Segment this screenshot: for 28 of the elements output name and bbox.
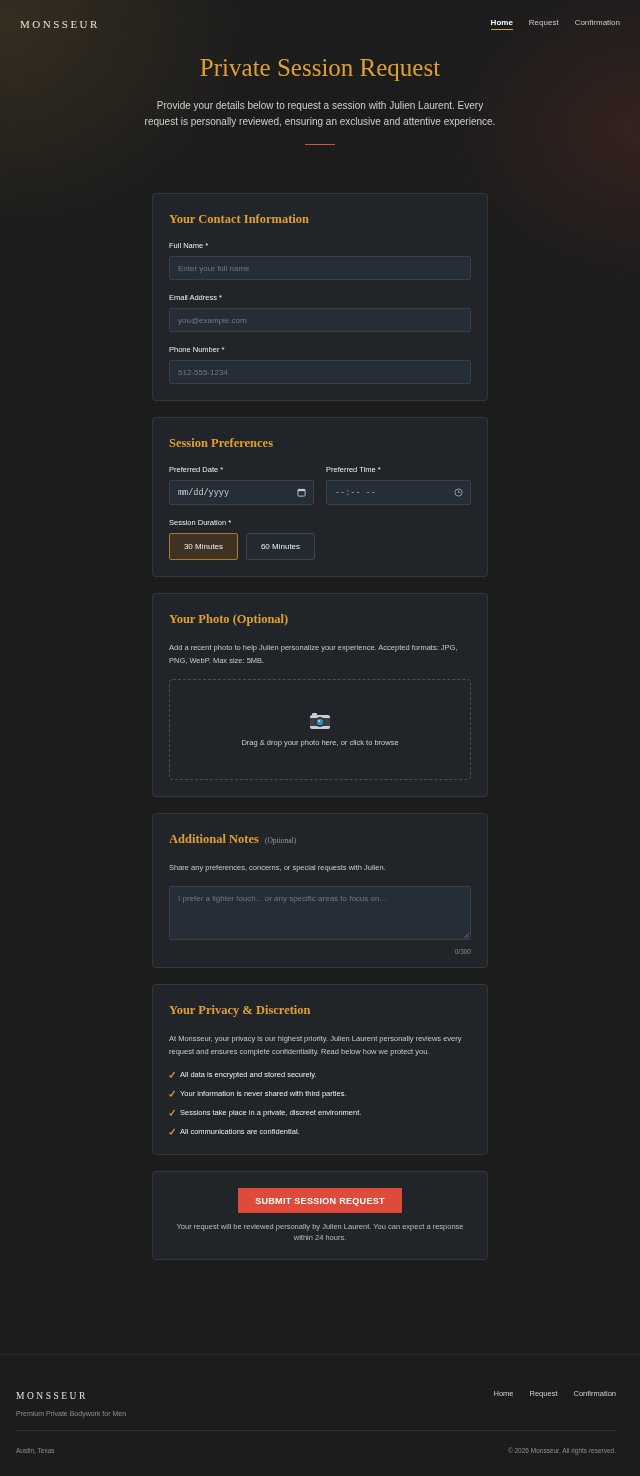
check-icon — [169, 1128, 175, 1135]
check-icon — [169, 1071, 175, 1078]
footer-brand[interactable]: MONSSEUR — [16, 1391, 127, 1401]
camera-icon — [309, 712, 331, 730]
section-title: Your Privacy & Discretion — [169, 1003, 312, 1018]
section-title: Your Photo (Optional) — [169, 612, 290, 627]
calendar-icon[interactable] — [297, 488, 306, 497]
input-field[interactable]: 512-555-1234 — [169, 360, 471, 384]
section-title: Additional Notes — [169, 832, 259, 847]
section-title: Session Preferences — [169, 436, 275, 451]
nav-link[interactable]: Request — [528, 18, 559, 30]
check-icon — [169, 1090, 175, 1097]
clock-icon[interactable] — [454, 488, 463, 497]
submit-button[interactable]: SUBMIT SESSION REQUEST — [238, 1188, 402, 1213]
page-subtitle: Provide your details below to request a session with Julien Laurent. Every request is personally reviewed, ensuring an exclusive and attentive experience. — [143, 99, 497, 129]
time-field[interactable]: --:-- -- — [326, 480, 471, 505]
resize-handle-icon[interactable] — [464, 933, 469, 938]
input-field[interactable]: Enter your full name — [169, 256, 471, 280]
section-title: Your Contact Information — [169, 212, 311, 227]
date-field[interactable]: mm/dd/yyyy — [169, 480, 314, 505]
duration-option[interactable]: 30 Minutes — [169, 533, 238, 560]
page-title: Private Session Request — [199, 54, 441, 82]
brand-logo[interactable]: MONSSEUR — [20, 18, 100, 30]
input-field[interactable]: you@example.com — [169, 308, 471, 332]
nav-link[interactable]: Home — [490, 18, 513, 30]
nav-link[interactable]: Confirmation — [574, 18, 620, 30]
check-icon — [169, 1109, 175, 1116]
duration-option[interactable]: 60 Minutes — [246, 533, 315, 560]
